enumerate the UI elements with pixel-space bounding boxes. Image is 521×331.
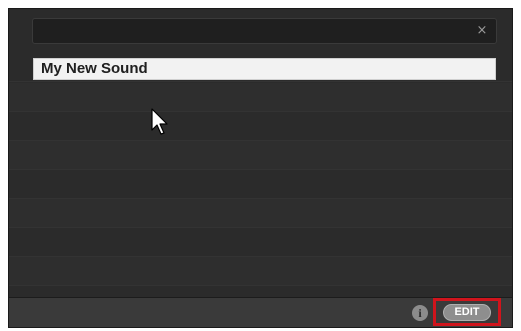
- list-item-empty: [9, 257, 512, 286]
- list-item-empty: [9, 228, 512, 257]
- list-item-empty: [9, 199, 512, 228]
- list-item-empty: [9, 170, 512, 199]
- list-item[interactable]: My New Sound: [9, 53, 512, 82]
- edit-button[interactable]: EDIT: [443, 304, 491, 321]
- sound-browser-panel: × My New Sound i EDIT: [8, 8, 513, 328]
- search-bar: ×: [32, 18, 497, 44]
- sound-list: My New Sound: [9, 53, 512, 297]
- close-icon[interactable]: ×: [474, 23, 490, 39]
- list-item-label[interactable]: My New Sound: [33, 58, 496, 80]
- footer-bar: i EDIT: [9, 297, 512, 327]
- info-icon[interactable]: i: [412, 305, 428, 321]
- search-input[interactable]: [39, 22, 473, 42]
- list-item-empty: [9, 141, 512, 170]
- mouse-pointer-icon: [151, 108, 168, 135]
- list-item-empty: [9, 112, 512, 141]
- list-item-empty: [9, 83, 512, 112]
